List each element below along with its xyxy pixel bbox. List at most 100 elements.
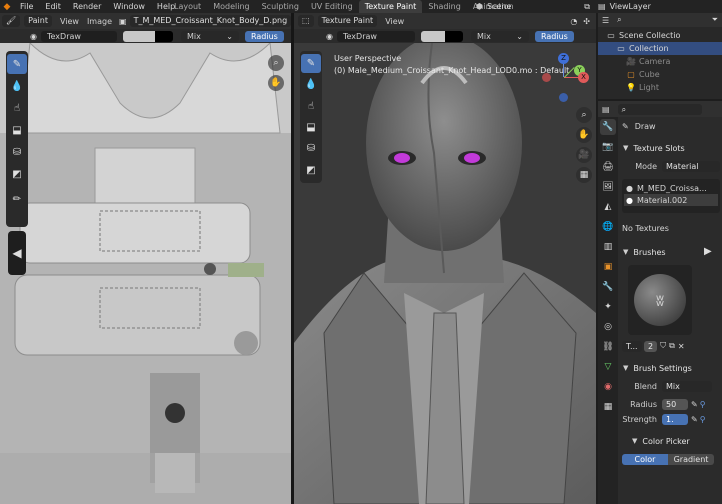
viewport-primary-color-swatch[interactable] [420, 30, 445, 42]
viewport-secondary-color-swatch[interactable] [444, 30, 463, 42]
gizmo-neg-z-dot[interactable] [559, 93, 568, 102]
scene-tab-icon[interactable]: ◭ [600, 199, 616, 215]
material-tab-icon[interactable]: ◉ [600, 379, 616, 395]
gizmo-x-axis[interactable]: X [578, 72, 589, 83]
texture-canvas[interactable] [0, 13, 291, 504]
navigation-gizmo[interactable]: Z Y X [540, 53, 590, 103]
tool-tab-icon[interactable]: 🔧 [600, 119, 616, 135]
editor-type-dropdown[interactable]: 🖌 [2, 15, 21, 27]
mode-dropdown[interactable]: Material [662, 160, 720, 172]
viewport-soften-icon[interactable]: 💧 [301, 75, 321, 94]
annotate-icon[interactable]: ✏ [7, 189, 27, 209]
color-picker-panel-header[interactable]: ▼ Color Picker [620, 434, 722, 448]
fake-user-icon[interactable]: ⛉ [660, 341, 666, 351]
viewport-editor-type-dropdown[interactable]: ⬚ [298, 15, 314, 27]
properties-collapse-arrow-icon[interactable]: ▶ [704, 246, 712, 257]
outliner-item[interactable]: 💡 Light [598, 81, 722, 94]
texture-field[interactable]: TexDraw [40, 30, 117, 42]
strength-pressure-icon[interactable]: ✎ [691, 415, 698, 424]
camera-view-icon[interactable]: 🎥 [576, 147, 592, 163]
mask-icon[interactable]: ◩ [7, 164, 27, 184]
image-name-field[interactable]: T_M_MED_Croissant_Knot_Body_D.png [129, 15, 291, 27]
overlay-icon[interactable]: ◔ [570, 17, 577, 26]
primary-color-swatch[interactable] [122, 30, 155, 42]
menu-file[interactable]: File [14, 0, 39, 13]
zoom-icon[interactable]: ⌕ [268, 55, 284, 71]
blend-dropdown[interactable]: Mix [662, 380, 712, 392]
gradient-tab[interactable]: Gradient [668, 453, 714, 465]
color-tab[interactable]: Color [622, 453, 668, 465]
outliner-search-icon[interactable]: ⌕ [617, 15, 621, 25]
viewport-pan-hand-icon[interactable]: ✋ [576, 127, 592, 143]
viewport-zoom-icon[interactable]: ⌕ [576, 107, 592, 123]
constraints-tab-icon[interactable]: ⛓ [600, 339, 616, 355]
viewport-mask-icon[interactable]: ◩ [301, 161, 321, 180]
properties-editor-icon[interactable]: ▤ [602, 105, 610, 114]
menu-edit[interactable]: Edit [39, 0, 67, 13]
unlink-x-icon[interactable]: ✕ [678, 342, 685, 351]
gizmo-z-axis[interactable]: Z [558, 53, 569, 64]
draw-brush-icon[interactable]: ✎ [7, 54, 27, 74]
collection-tab-icon[interactable]: ▥ [600, 239, 616, 255]
menu-window[interactable]: Window [107, 0, 151, 13]
viewport-texture-field[interactable]: TexDraw [336, 30, 415, 42]
brush-settings-panel-header[interactable]: ▼ Brush Settings [620, 361, 722, 375]
brush-preview[interactable]: ʬ [628, 265, 692, 335]
gizmo-neg-x-dot[interactable] [542, 73, 551, 82]
viewport-fill-icon[interactable]: ⛁ [301, 139, 321, 158]
tab-shading[interactable]: Shading [422, 0, 467, 13]
blend-mode-dropdown[interactable]: Mix ⌄ [180, 30, 239, 42]
slot-item-selected[interactable]: ● Material.002 [624, 194, 718, 206]
brush-users-count[interactable]: 2 [644, 340, 658, 352]
viewport-menu-view[interactable]: View [381, 17, 408, 26]
image-editor-menu-view[interactable]: View [56, 17, 83, 26]
radius-button[interactable]: Radius [244, 30, 284, 42]
slot-item[interactable]: ● M_MED_Croissa... [624, 182, 718, 194]
brush-name-field[interactable]: T... [622, 340, 642, 352]
physics-tab-icon[interactable]: ◎ [600, 319, 616, 335]
properties-search-field[interactable]: ⌕ [617, 103, 702, 115]
strength-toggle-icon[interactable]: ⚲ [700, 415, 706, 424]
outliner-item[interactable]: 🎥 Camera [598, 55, 722, 68]
outliner-item[interactable]: ▢ Cube [598, 68, 722, 81]
tab-sculpting[interactable]: Sculpting [256, 0, 305, 13]
outliner-filter-icon[interactable]: ⏷ [712, 15, 718, 25]
viewport-mode-dropdown[interactable]: Texture Paint [317, 15, 378, 27]
data-tab-icon[interactable]: ▽ [600, 359, 616, 375]
strength-field[interactable]: 1. [662, 413, 688, 425]
tab-modeling[interactable]: Modeling [207, 0, 255, 13]
gizmo-toggle-icon[interactable]: ✣ [583, 17, 590, 26]
texture-tab-icon[interactable]: ▦ [600, 399, 616, 415]
tab-texture-paint[interactable]: Texture Paint [358, 0, 423, 13]
fill-icon[interactable]: ⛁ [7, 142, 27, 162]
soften-icon[interactable]: 💧 [7, 76, 27, 96]
new-scene-icon[interactable]: ⧉ [584, 2, 590, 12]
image-mode-dropdown[interactable]: Paint [24, 15, 52, 27]
world-tab-icon[interactable]: 🌐 [600, 219, 616, 235]
view-layer-tab-icon[interactable]: 🖼 [600, 179, 616, 195]
output-tab-icon[interactable]: 🖨 [600, 159, 616, 175]
outliner-editor-icon[interactable]: ☰ [602, 16, 609, 25]
particles-tab-icon[interactable]: ✦ [600, 299, 616, 315]
sidebar-toggle-arrow-icon[interactable]: ◀ [8, 231, 26, 275]
ortho-grid-icon[interactable]: ▦ [576, 167, 592, 183]
outliner-item[interactable]: ▭ Collection [598, 42, 722, 55]
image-browse-icon[interactable]: ▣ [119, 17, 127, 26]
smear-icon[interactable]: ☝ [7, 98, 27, 118]
scene-selector[interactable]: ⬢ Scene ⧉ [476, 0, 594, 13]
modifier-tab-icon[interactable]: 🔧 [600, 279, 616, 295]
render-tab-icon[interactable]: 📷 [600, 139, 616, 155]
tab-layout[interactable]: Layout [168, 0, 207, 13]
tab-uv-editing[interactable]: UV Editing [305, 0, 359, 13]
object-tab-icon[interactable]: ▣ [600, 259, 616, 275]
pan-hand-icon[interactable]: ✋ [268, 75, 284, 91]
pressure-icon[interactable]: ✎ [691, 400, 698, 409]
image-editor-menu-image[interactable]: Image [83, 17, 116, 26]
viewport-clone-icon[interactable]: ⬓ [301, 118, 321, 137]
secondary-color-swatch[interactable] [154, 30, 173, 42]
view-layer-selector[interactable]: ▤ ViewLayer [598, 0, 722, 13]
texture-slots-panel-header[interactable]: ▼ Texture Slots [620, 141, 722, 155]
viewport-smear-icon[interactable]: ☝ [301, 97, 321, 116]
outliner-item[interactable]: ▭ Scene Collectio [598, 29, 722, 42]
menu-render[interactable]: Render [67, 0, 107, 13]
